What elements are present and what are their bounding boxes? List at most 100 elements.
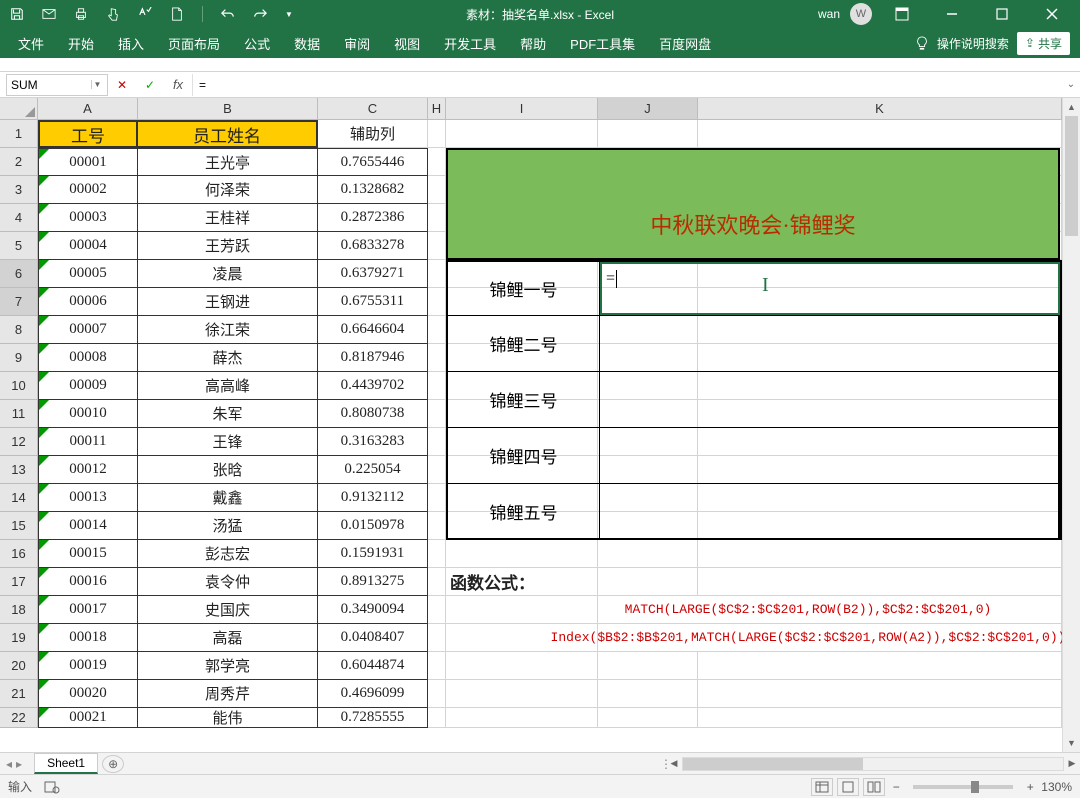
- macro-recorder-icon[interactable]: [44, 780, 60, 794]
- cell[interactable]: [598, 680, 698, 708]
- tab-developer[interactable]: 开发工具: [432, 28, 508, 59]
- row-header-21[interactable]: 21: [0, 680, 38, 708]
- zoom-slider[interactable]: [913, 785, 1013, 789]
- col-header-J[interactable]: J: [598, 98, 698, 120]
- row-header-22[interactable]: 22: [0, 708, 38, 728]
- cell[interactable]: [598, 708, 698, 728]
- cell[interactable]: 高磊: [138, 624, 318, 652]
- cell[interactable]: 00003: [38, 204, 138, 232]
- cell[interactable]: 0.6755311: [318, 288, 428, 316]
- cell[interactable]: [446, 708, 598, 728]
- cell[interactable]: 00007: [38, 316, 138, 344]
- row-header-15[interactable]: 15: [0, 512, 38, 540]
- cell[interactable]: 0.225054: [318, 456, 428, 484]
- cell[interactable]: [598, 568, 698, 596]
- cell[interactable]: 工号: [38, 120, 138, 148]
- tab-data[interactable]: 数据: [282, 28, 332, 59]
- new-file-icon[interactable]: [170, 7, 184, 21]
- cell[interactable]: [428, 680, 446, 708]
- cell[interactable]: 00001: [38, 148, 138, 176]
- row-header-1[interactable]: 1: [0, 120, 38, 148]
- cell[interactable]: 王光亭: [138, 148, 318, 176]
- cell[interactable]: 00016: [38, 568, 138, 596]
- cell[interactable]: 0.6833278: [318, 232, 428, 260]
- cell[interactable]: 张晗: [138, 456, 318, 484]
- cell[interactable]: 0.4696099: [318, 680, 428, 708]
- cell[interactable]: [428, 204, 446, 232]
- cell[interactable]: 0.7655446: [318, 148, 428, 176]
- tab-review[interactable]: 审阅: [332, 28, 382, 59]
- cell[interactable]: [428, 428, 446, 456]
- row-header-7[interactable]: 7: [0, 288, 38, 316]
- cell[interactable]: 0.8187946: [318, 344, 428, 372]
- prize-label[interactable]: 锦鲤三号: [448, 372, 600, 427]
- cell[interactable]: [428, 316, 446, 344]
- tab-pdf-tools[interactable]: PDF工具集: [558, 28, 647, 59]
- cell[interactable]: 郭学亮: [138, 652, 318, 680]
- page-layout-view-button[interactable]: [837, 778, 859, 796]
- row-header-13[interactable]: 13: [0, 456, 38, 484]
- tab-formulas[interactable]: 公式: [232, 28, 282, 59]
- cell[interactable]: [428, 456, 446, 484]
- cells-area[interactable]: 工号员工姓名辅助列00001王光亭0.765544600002何泽荣0.1328…: [38, 120, 1062, 752]
- minimize-button[interactable]: [932, 0, 972, 28]
- cell[interactable]: 00009: [38, 372, 138, 400]
- tab-page-layout[interactable]: 页面布局: [156, 28, 232, 59]
- cell[interactable]: 0.8080738: [318, 400, 428, 428]
- row-header-11[interactable]: 11: [0, 400, 38, 428]
- col-header-C[interactable]: C: [318, 98, 428, 120]
- scroll-left-button[interactable]: ◀: [666, 758, 682, 769]
- cell[interactable]: [446, 652, 598, 680]
- cell[interactable]: 周秀芹: [138, 680, 318, 708]
- cell[interactable]: 0.6379271: [318, 260, 428, 288]
- cell[interactable]: 00018: [38, 624, 138, 652]
- hscroll-thumb[interactable]: [683, 758, 863, 770]
- cell[interactable]: 0.3490094: [318, 596, 428, 624]
- cell[interactable]: [446, 120, 598, 148]
- cell[interactable]: 员工姓名: [138, 120, 318, 148]
- cell[interactable]: [428, 652, 446, 680]
- prize-label[interactable]: 锦鲤五号: [448, 484, 600, 538]
- cell[interactable]: 0.1328682: [318, 176, 428, 204]
- col-header-K[interactable]: K: [698, 98, 1062, 120]
- cell[interactable]: 朱军: [138, 400, 318, 428]
- row-header-19[interactable]: 19: [0, 624, 38, 652]
- cell[interactable]: 薛杰: [138, 344, 318, 372]
- cell[interactable]: 00008: [38, 344, 138, 372]
- cell[interactable]: 00012: [38, 456, 138, 484]
- row-header-5[interactable]: 5: [0, 232, 38, 260]
- cell[interactable]: [698, 540, 1062, 568]
- col-header-I[interactable]: I: [446, 98, 598, 120]
- tab-view[interactable]: 视图: [382, 28, 432, 59]
- row-header-20[interactable]: 20: [0, 652, 38, 680]
- cell[interactable]: 00002: [38, 176, 138, 204]
- zoom-out-button[interactable]: −: [889, 780, 903, 794]
- prize-value-cell[interactable]: [600, 484, 1060, 538]
- maximize-button[interactable]: [982, 0, 1022, 28]
- cell[interactable]: 00019: [38, 652, 138, 680]
- tab-file[interactable]: 文件: [6, 28, 56, 59]
- row-header-9[interactable]: 9: [0, 344, 38, 372]
- tab-help[interactable]: 帮助: [508, 28, 558, 59]
- cell[interactable]: [428, 624, 446, 652]
- cell[interactable]: [428, 540, 446, 568]
- cell[interactable]: [698, 568, 1062, 596]
- cell[interactable]: [428, 232, 446, 260]
- scroll-thumb[interactable]: [1065, 116, 1078, 236]
- cell[interactable]: [428, 512, 446, 540]
- cell[interactable]: 0.6646604: [318, 316, 428, 344]
- cell[interactable]: 0.7285555: [318, 708, 428, 728]
- share-button[interactable]: ⇪共享: [1017, 32, 1070, 55]
- qat-customize-dropdown[interactable]: ▼: [285, 10, 293, 19]
- cell[interactable]: 高高峰: [138, 372, 318, 400]
- select-all-corner[interactable]: [0, 98, 38, 120]
- prize-label[interactable]: 锦鲤四号: [448, 428, 600, 483]
- row-header-3[interactable]: 3: [0, 176, 38, 204]
- cell[interactable]: [428, 372, 446, 400]
- prize-value-cell[interactable]: [600, 316, 1060, 371]
- normal-view-button[interactable]: [811, 778, 833, 796]
- cell[interactable]: 汤猛: [138, 512, 318, 540]
- cell[interactable]: 00011: [38, 428, 138, 456]
- cell[interactable]: [428, 176, 446, 204]
- cell[interactable]: [598, 540, 698, 568]
